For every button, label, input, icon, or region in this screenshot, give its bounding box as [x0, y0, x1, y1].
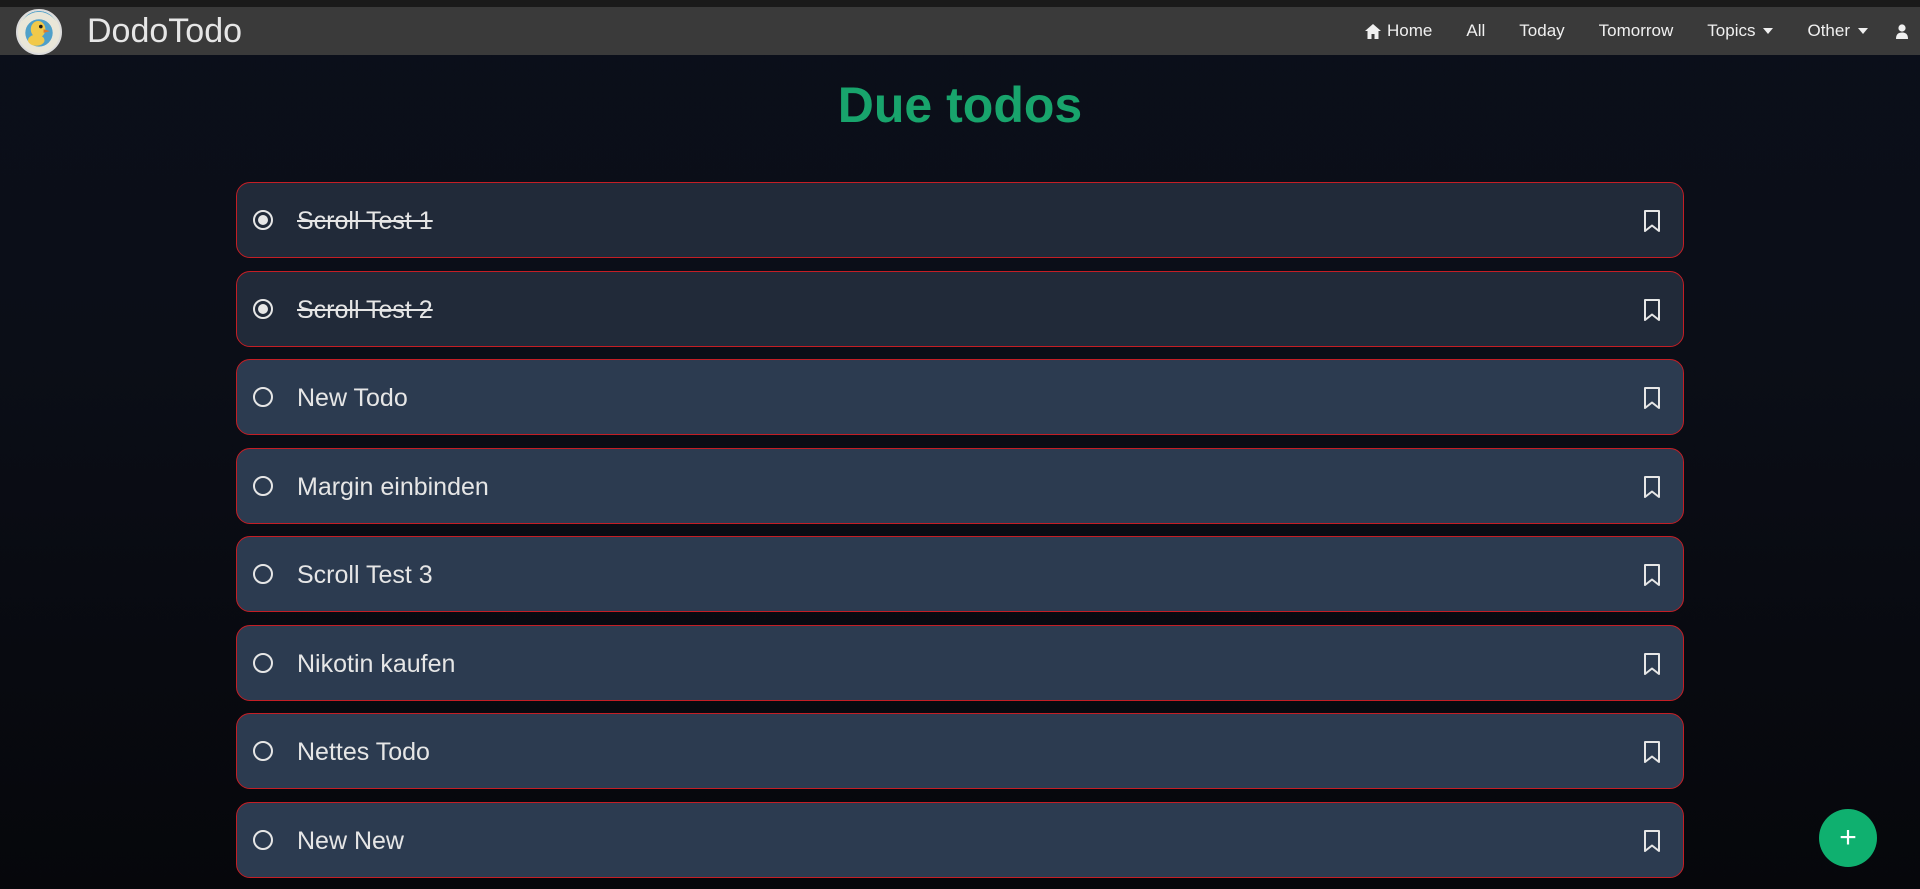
radio-dot-icon: [258, 215, 268, 225]
nav-other-label: Other: [1807, 21, 1850, 40]
todo-item[interactable]: Nettes Todo: [236, 713, 1684, 789]
chevron-down-icon: [1858, 28, 1868, 34]
todo-item[interactable]: Nikotin kaufen: [236, 624, 1684, 701]
todo-checked-radio[interactable]: [253, 210, 273, 230]
bookmark-icon[interactable]: [1643, 387, 1661, 409]
todo-label: Scroll Test 1: [297, 207, 433, 235]
todo-label: Margin einbinden: [297, 472, 489, 501]
bookmark-icon[interactable]: [1643, 741, 1661, 763]
nav-tomorrow-link[interactable]: Tomorrow: [1599, 21, 1674, 41]
todo-unchecked-radio[interactable]: [253, 652, 273, 673]
todo-label: New New: [297, 826, 404, 855]
todo-unchecked-radio[interactable]: [253, 564, 273, 584]
dodo-logo-icon: [18, 11, 60, 53]
todo-label: Scroll Test 3: [297, 561, 433, 589]
add-todo-button[interactable]: +: [1819, 809, 1877, 867]
todo-label: New Todo: [297, 384, 408, 412]
brand-logo[interactable]: [16, 9, 62, 55]
nav-all-link[interactable]: All: [1466, 21, 1485, 41]
bookmark-icon[interactable]: [1643, 652, 1661, 675]
todo-label: Nikotin kaufen: [297, 649, 456, 678]
todo-label: Scroll Test 2: [297, 295, 433, 324]
bookmark-icon[interactable]: [1643, 829, 1661, 852]
nav-topics-dropdown[interactable]: Topics: [1707, 21, 1774, 41]
todo-unchecked-radio[interactable]: [253, 829, 273, 850]
nav-other-dropdown[interactable]: Other: [1807, 21, 1868, 41]
page-title: Due todos: [837, 77, 1083, 133]
nav-home-label: Home: [1387, 21, 1433, 40]
todo-item[interactable]: New Todo: [236, 359, 1684, 435]
navbar: DodoTodo Home All Today Tomorrow Topics …: [0, 7, 1920, 55]
todo-item[interactable]: Margin einbinden: [236, 447, 1684, 524]
todo-unchecked-radio[interactable]: [253, 475, 273, 496]
radio-dot-icon: [258, 303, 268, 314]
todo-item[interactable]: Scroll Test 2: [236, 270, 1684, 347]
home-icon: [1365, 23, 1382, 39]
bookmark-icon[interactable]: [1643, 475, 1661, 498]
bookmark-icon[interactable]: [1643, 298, 1661, 321]
todo-checked-radio[interactable]: [253, 298, 273, 319]
todo-label: Nettes Todo: [297, 738, 430, 766]
brand-name[interactable]: DodoTodo: [87, 12, 242, 50]
todo-item[interactable]: Scroll Test 3: [236, 536, 1684, 612]
bookmark-icon[interactable]: [1643, 564, 1661, 586]
todo-unchecked-radio[interactable]: [253, 741, 273, 761]
nav-menu: Home All Today Tomorrow Topics Other: [1365, 7, 1920, 55]
todo-unchecked-radio[interactable]: [253, 387, 273, 407]
user-menu-button[interactable]: [1896, 23, 1908, 39]
todo-item[interactable]: New New: [236, 801, 1684, 878]
todo-list: Scroll Test 1 Scroll Test 2 New Todo Margin…: [236, 182, 1684, 889]
bookmark-icon[interactable]: [1643, 210, 1661, 232]
nav-home-link[interactable]: Home: [1365, 21, 1432, 41]
nav-today-link[interactable]: Today: [1519, 21, 1564, 41]
window-top-strip: [0, 0, 1920, 7]
todo-item[interactable]: Scroll Test 1: [236, 182, 1684, 258]
chevron-down-icon: [1763, 28, 1774, 34]
nav-topics-label: Topics: [1707, 21, 1756, 40]
user-icon: [1896, 23, 1908, 39]
